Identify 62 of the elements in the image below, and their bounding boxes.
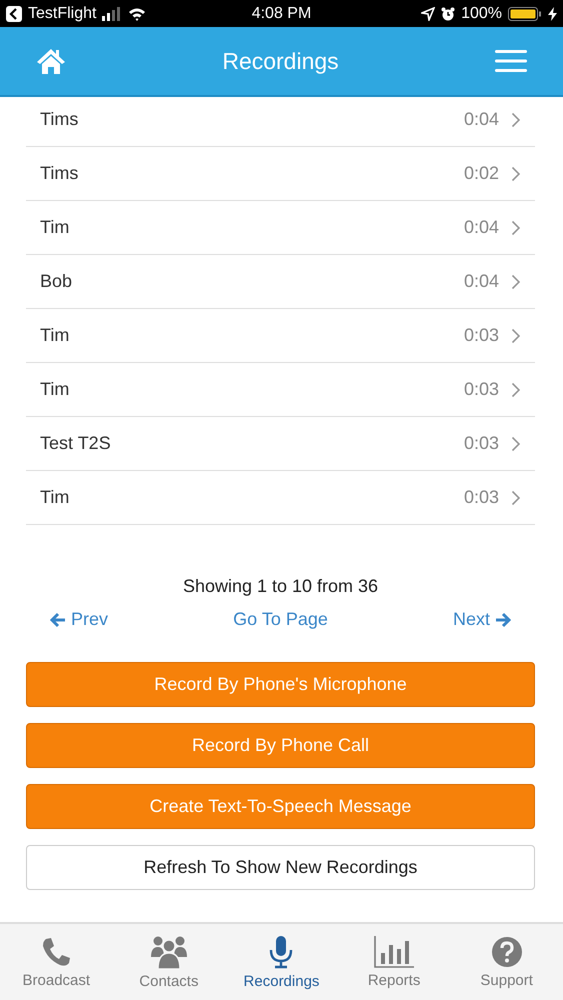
recording-row[interactable]: Tim 0:03 <box>26 363 535 417</box>
help-icon <box>490 936 523 968</box>
recording-duration: 0:03 <box>464 325 499 346</box>
recording-row[interactable]: Tim 0:03 <box>26 471 535 525</box>
battery-percent: 100% <box>461 4 502 22</box>
recording-duration: 0:04 <box>464 109 499 130</box>
page-title: Recordings <box>222 48 339 74</box>
menu-icon[interactable] <box>495 50 527 72</box>
battery-icon <box>508 6 542 22</box>
phone-icon <box>40 936 72 968</box>
recording-name: Tim <box>40 325 70 346</box>
recording-name: Tim <box>40 487 70 508</box>
right-arrow-icon <box>495 612 511 628</box>
pagination-summary: Showing 1 to 10 from 36 <box>182 576 380 597</box>
location-icon <box>421 6 436 20</box>
bar-chart-icon <box>374 936 414 968</box>
recording-row[interactable]: Bob 0:04 <box>26 255 535 309</box>
tab[interactable]: Contacts <box>118 934 219 990</box>
alarm-icon <box>441 6 456 20</box>
microphone-icon <box>268 934 294 968</box>
clock: 4:08 PM <box>252 4 312 22</box>
chevron-icon <box>511 166 521 182</box>
go-to-page-link[interactable]: Go To Page <box>233 609 328 630</box>
recording-duration: 0:03 <box>464 487 499 508</box>
tab[interactable]: Recordings <box>231 934 332 990</box>
chevron-icon <box>511 382 521 398</box>
recording-duration: 0:04 <box>464 271 499 292</box>
chevron-icon <box>511 274 521 290</box>
chevron-icon <box>511 220 521 236</box>
recording-row[interactable]: Tim 0:03 <box>26 309 535 363</box>
recording-duration: 0:02 <box>464 163 499 184</box>
back-app-label[interactable]: TestFlight <box>28 4 96 22</box>
home-icon[interactable] <box>36 47 66 75</box>
signal-icon <box>102 6 122 20</box>
recording-name: Tim <box>40 217 70 238</box>
people-icon <box>150 934 188 968</box>
recording-name: Test T2S <box>40 433 112 454</box>
tab[interactable]: Reports <box>344 936 444 988</box>
left-arrow-icon <box>50 612 66 628</box>
charging-icon <box>548 6 557 20</box>
recording-duration: 0:04 <box>464 217 499 238</box>
recording-row[interactable]: Test T2S 0:03 <box>26 417 535 471</box>
recording-row[interactable]: Tim 0:04 <box>26 201 535 255</box>
back-icon[interactable] <box>6 6 22 22</box>
chevron-icon <box>511 436 521 452</box>
recording-row[interactable]: Tims 0:04 <box>26 93 535 147</box>
recording-duration: 0:03 <box>464 433 499 454</box>
recording-name: Tim <box>40 379 70 400</box>
recording-row[interactable]: Tims 0:02 <box>26 147 535 201</box>
chevron-icon <box>511 328 521 344</box>
chevron-icon <box>511 490 521 506</box>
chevron-icon <box>511 112 521 128</box>
tab[interactable]: Broadcast <box>6 936 106 988</box>
action-button[interactable]: Refresh To Show New Recordings <box>26 845 535 890</box>
next-link[interactable]: Next <box>452 609 511 630</box>
recording-name: Tims <box>40 163 80 184</box>
wifi-icon <box>128 6 146 20</box>
recording-name: Tims <box>40 109 80 130</box>
recording-duration: 0:03 <box>464 379 499 400</box>
recording-name: Bob <box>40 271 74 292</box>
prev-link[interactable]: Prev <box>50 609 108 630</box>
tab[interactable]: Support <box>456 936 557 988</box>
